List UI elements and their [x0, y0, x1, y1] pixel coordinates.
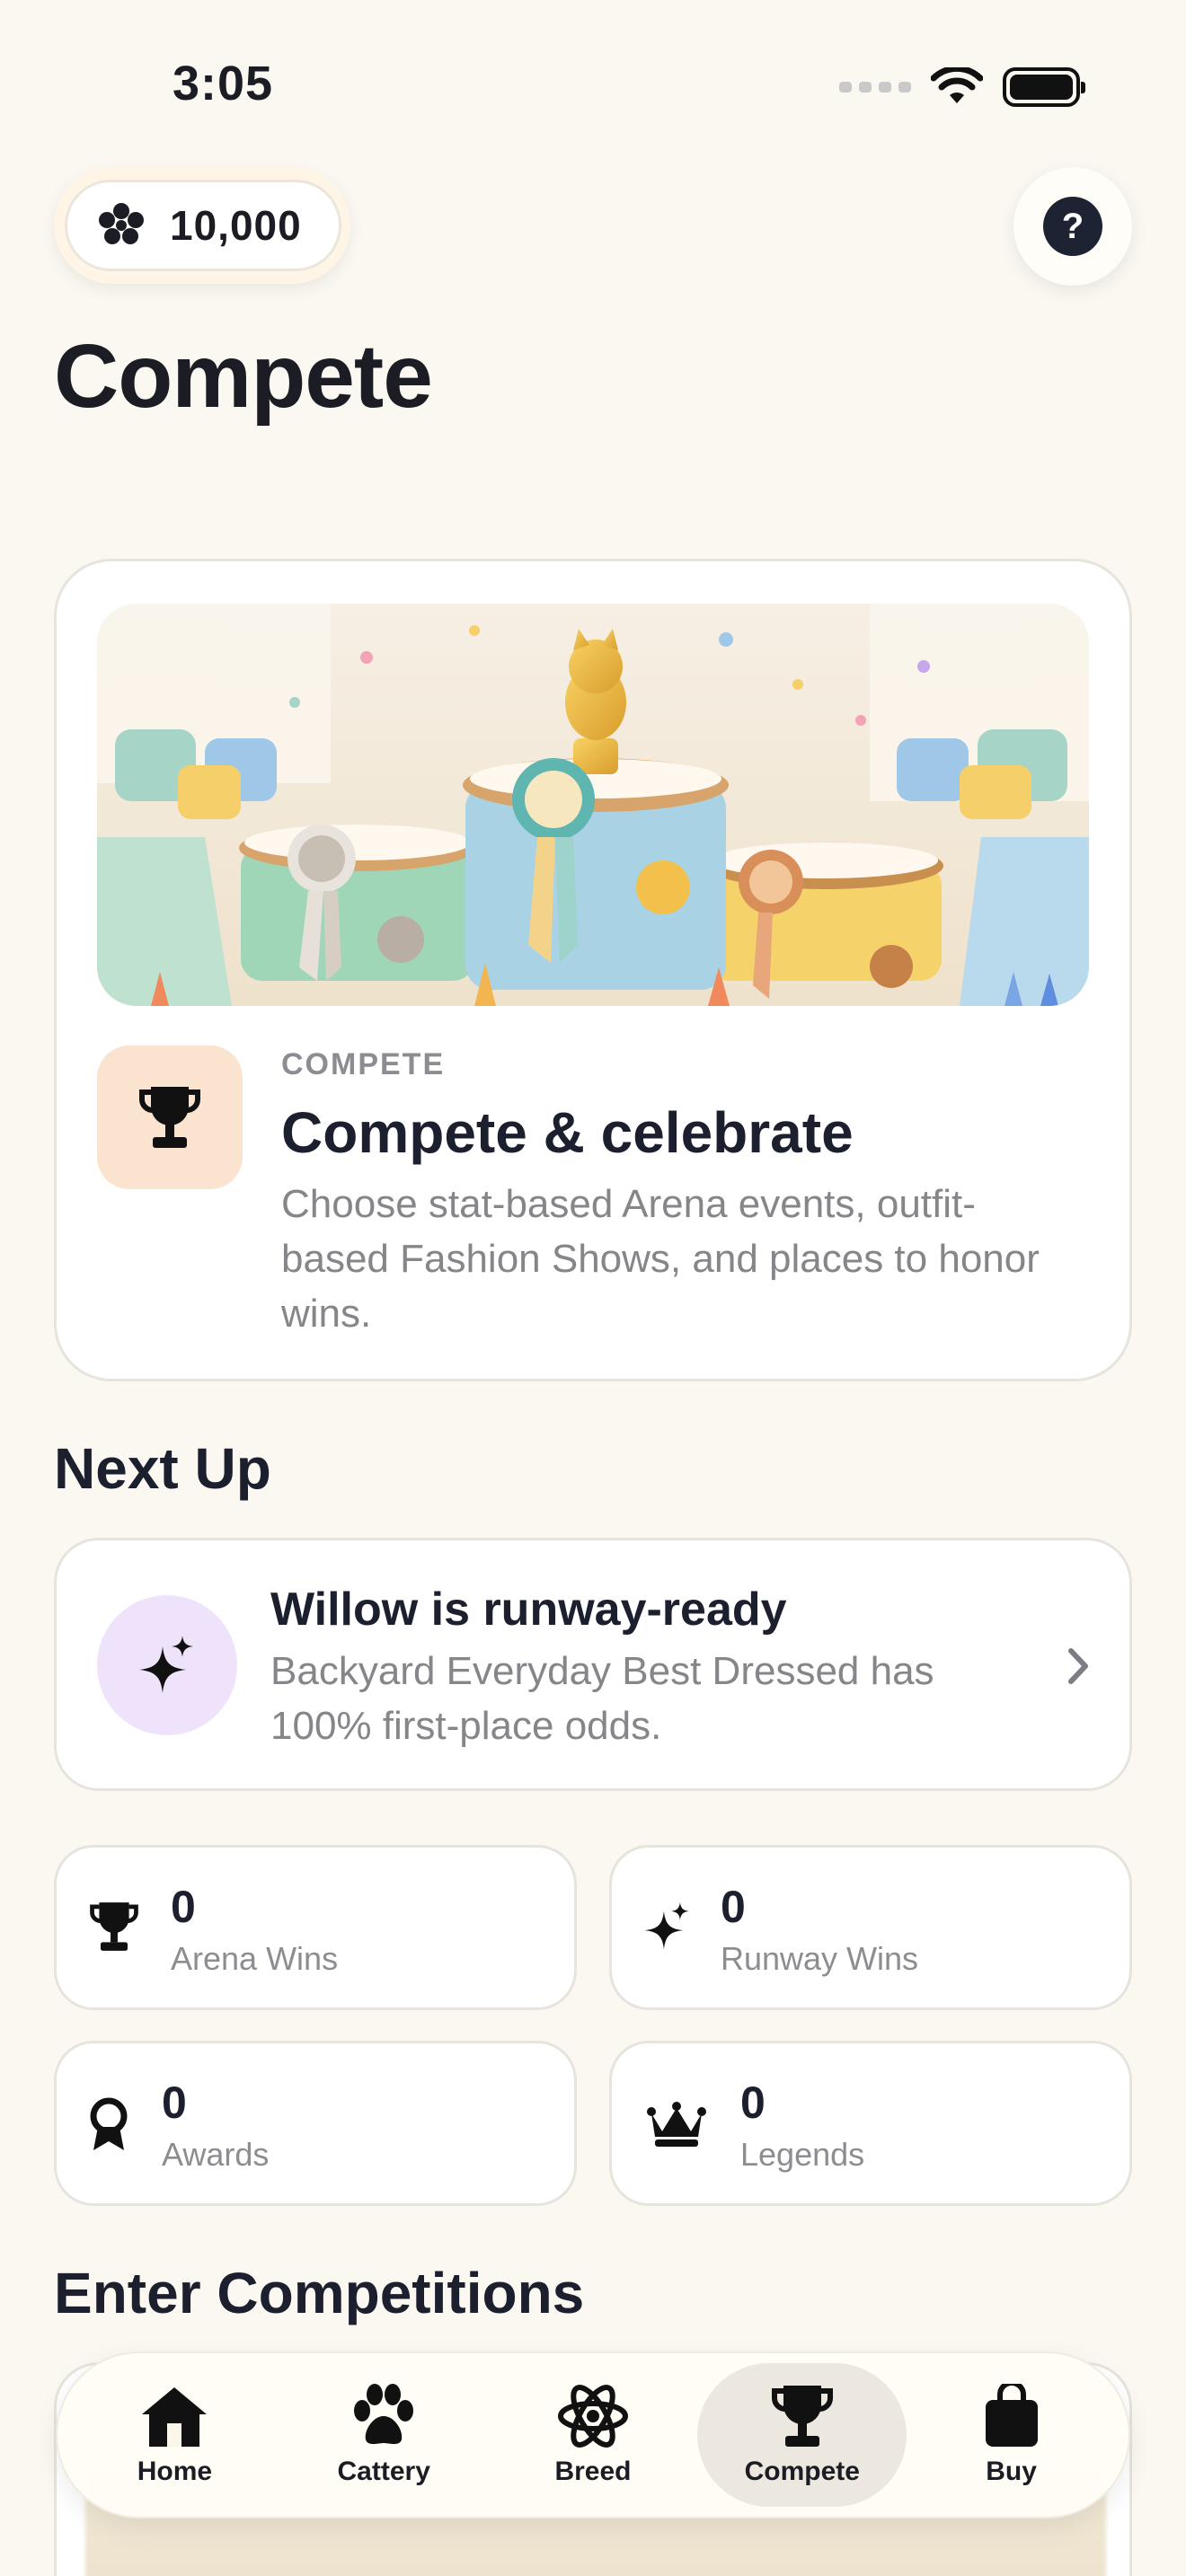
stat-value: 0 — [171, 1882, 196, 1932]
shopping-bag-icon — [976, 2383, 1048, 2449]
wifi-icon — [931, 67, 983, 103]
paw-icon — [348, 2383, 420, 2449]
tab-compete[interactable]: Compete — [697, 2363, 907, 2507]
tab-breed[interactable]: Breed — [489, 2363, 698, 2507]
status-time: 3:05 — [173, 57, 274, 110]
stat-value: 0 — [721, 1882, 746, 1932]
tab-home[interactable]: Home — [70, 2363, 279, 2507]
enter-competitions-heading: Enter Competitions — [54, 2261, 585, 2325]
award-ribbon-icon — [77, 2093, 140, 2156]
tab-label: Buy — [986, 2457, 1037, 2486]
hero-illustration — [97, 604, 1089, 1006]
help-button[interactable]: ? — [1013, 167, 1132, 286]
sparkles-icon — [139, 1636, 193, 1693]
chevron-right-icon — [1068, 1648, 1088, 1684]
stat-label: Awards — [162, 2136, 270, 2173]
battery-icon — [1003, 67, 1085, 107]
atom-icon — [557, 2383, 629, 2449]
next-up-description: Backyard Everyday Best Dressed has 100% … — [270, 1649, 934, 1748]
next-up-heading: Next Up — [54, 1436, 271, 1501]
cellular-signal-icon — [839, 82, 911, 93]
trophy-icon — [766, 2383, 838, 2449]
tab-label: Cattery — [337, 2457, 430, 2486]
stat-value: 0 — [740, 2078, 766, 2128]
crown-icon — [645, 2093, 708, 2156]
stat-value: 0 — [162, 2078, 187, 2128]
hero-eyebrow: COMPETE — [281, 1047, 446, 1081]
tab-bar: Home Cattery Breed Compete Buy — [56, 2351, 1130, 2519]
stat-label: Legends — [740, 2136, 865, 2173]
tab-label: Compete — [744, 2457, 860, 2486]
tab-cattery[interactable]: Cattery — [279, 2363, 489, 2507]
help-icon: ? — [1043, 197, 1102, 256]
next-up-badge — [97, 1595, 237, 1735]
tab-label: Breed — [554, 2457, 632, 2486]
currency-pill[interactable]: 10,000 — [65, 180, 341, 271]
stat-label: Runway Wins — [721, 1940, 919, 1977]
house-icon — [138, 2383, 210, 2449]
currency-amount: 10,000 — [170, 202, 302, 249]
hero-description: Choose stat-based Arena events, outfit-b… — [281, 1182, 1040, 1336]
hero-title: Compete & celebrate — [281, 1100, 854, 1165]
stat-label: Arena Wins — [171, 1940, 339, 1977]
next-up-title: Willow is runway-ready — [270, 1584, 787, 1636]
status-indicators — [839, 65, 1085, 110]
tab-buy[interactable]: Buy — [907, 2363, 1116, 2507]
hero-trophy-badge — [97, 1045, 243, 1189]
paw-cluster-icon — [99, 203, 144, 244]
tab-label: Home — [137, 2457, 213, 2486]
page-title: Compete — [54, 326, 433, 427]
trophy-icon — [83, 1895, 146, 1958]
sparkles-icon — [636, 1895, 699, 1958]
trophy-icon — [139, 1087, 200, 1148]
